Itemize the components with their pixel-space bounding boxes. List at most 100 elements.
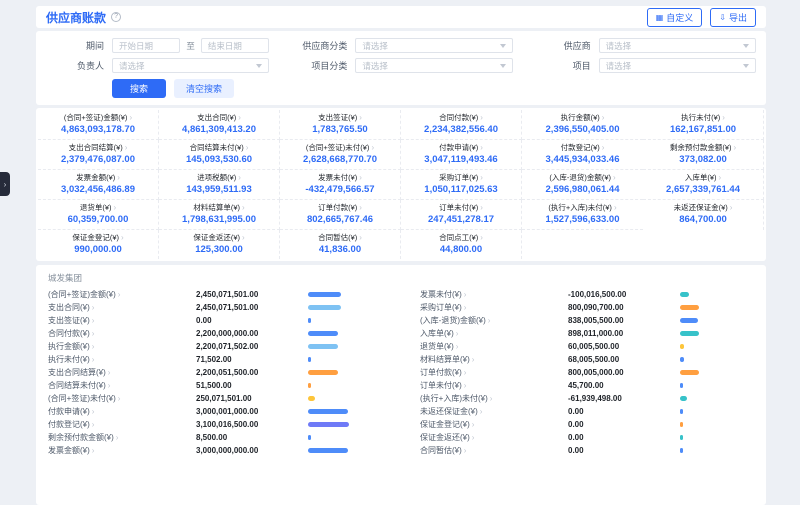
metric-cell[interactable]: 执行未付(¥)› 162,167,851.00 xyxy=(643,110,764,140)
group-row-label[interactable]: 付款登记(¥)› xyxy=(48,419,196,430)
group-row-label[interactable]: 订单付款(¥)› xyxy=(420,367,568,378)
metric-cell[interactable]: 订单付款(¥)› 802,665,767.46 xyxy=(280,200,401,230)
end-date-placeholder: 结束日期 xyxy=(208,40,242,52)
group-row: 发票金额(¥)› 3,000,000,000.00 xyxy=(48,444,382,457)
group-row-label[interactable]: 剩余预付款金额(¥)› xyxy=(48,432,196,443)
metric-label: (合同+签证)金额(¥)› xyxy=(41,113,155,122)
metric-cell[interactable]: 采购订单(¥)› 1,050,117,025.63 xyxy=(401,170,522,200)
metric-value: 3,047,119,493.46 xyxy=(404,154,518,165)
project-category-select[interactable]: 请选择 xyxy=(355,58,512,73)
end-date-input[interactable]: 结束日期 xyxy=(201,38,269,53)
metric-cell[interactable]: 合同结算未付(¥)› 145,093,530.60 xyxy=(159,140,280,170)
group-row-label[interactable]: 支出合同结算(¥)› xyxy=(48,367,196,378)
metric-cell[interactable]: 合同付款(¥)› 2,234,382,556.40 xyxy=(401,110,522,140)
metric-cell[interactable]: (入库-退货)金额(¥)› 2,596,980,061.44 xyxy=(522,170,643,200)
group-row-label[interactable]: 合同付款(¥)› xyxy=(48,328,196,339)
group-row-label[interactable]: (执行+入库)未付(¥)› xyxy=(420,393,568,404)
metric-cell[interactable]: (合同+签证)金额(¥)› 4,863,093,178.70 xyxy=(38,110,159,140)
value-bar xyxy=(308,331,338,336)
group-row-label[interactable]: 执行未付(¥)› xyxy=(48,354,196,365)
metric-cell[interactable]: (执行+入库)未付(¥)› 1,527,596,633.00 xyxy=(522,200,643,230)
metric-cell[interactable]: 合同暂估(¥)› 41,836.00 xyxy=(280,230,401,259)
chevron-right-icon: › xyxy=(92,316,95,325)
value-bar xyxy=(308,292,341,297)
metric-value: 3,032,456,486.89 xyxy=(41,184,155,195)
bar-track xyxy=(308,331,382,336)
chevron-right-icon: › xyxy=(472,433,475,442)
chevron-right-icon: › xyxy=(464,303,467,312)
group-row-label[interactable]: 执行金额(¥)› xyxy=(48,341,196,352)
metric-cell[interactable]: 付款登记(¥)› 3,445,934,033.46 xyxy=(522,140,643,170)
group-row-value: 2,450,071,501.00 xyxy=(196,290,308,299)
metric-value: 990,000.00 xyxy=(41,244,155,255)
metric-cell[interactable]: 支出签证(¥)› 1,783,765.50 xyxy=(280,110,401,140)
metric-cell[interactable]: 发票未付(¥)› -432,479,566.57 xyxy=(280,170,401,200)
metric-cell[interactable]: 支出合同结算(¥)› 2,379,476,087.00 xyxy=(38,140,159,170)
metric-cell[interactable]: 材料结算单(¥)› 1,798,631,995.00 xyxy=(159,200,280,230)
group-row-label[interactable]: 付款申请(¥)› xyxy=(48,406,196,417)
metric-cell[interactable]: 付款申请(¥)› 3,047,119,493.46 xyxy=(401,140,522,170)
group-row-label[interactable]: 材料结算单(¥)› xyxy=(420,354,568,365)
supplier-category-select[interactable]: 请选择 xyxy=(355,38,512,53)
group-row-label[interactable]: 未返还保证金(¥)› xyxy=(420,406,568,417)
group-row-label[interactable]: 入库单(¥)› xyxy=(420,328,568,339)
chevron-right-icon: › xyxy=(480,407,483,416)
metric-cell[interactable]: 剩余预付款金额(¥)› 373,082.00 xyxy=(643,140,764,170)
chevron-right-icon: › xyxy=(242,203,245,212)
group-row-label[interactable]: 发票金额(¥)› xyxy=(48,445,196,456)
group-row-label[interactable]: 保证金登记(¥)› xyxy=(420,419,568,430)
group-row-label[interactable]: 合同结算未付(¥)› xyxy=(48,380,196,391)
chevron-right-icon: › xyxy=(125,143,128,152)
supplier-select[interactable]: 请选择 xyxy=(599,38,756,53)
metric-cell[interactable]: 未返还保证金(¥)› 864,700.00 xyxy=(643,200,764,230)
group-row-label[interactable]: 合同暂估(¥)› xyxy=(420,445,568,456)
chevron-right-icon: › xyxy=(108,381,111,390)
group-row-label[interactable]: 订单未付(¥)› xyxy=(420,380,568,391)
bar-track xyxy=(308,344,382,349)
metric-cell[interactable]: 合同点工(¥)› 44,800.00 xyxy=(401,230,522,259)
metric-cell[interactable]: 执行金额(¥)› 2,396,550,405.00 xyxy=(522,110,643,140)
customize-button[interactable]: ▦ 自定义 xyxy=(647,8,703,27)
bar-track xyxy=(680,383,754,388)
value-bar xyxy=(680,370,699,375)
metric-value: 2,234,382,556.40 xyxy=(404,124,518,135)
metric-cell[interactable]: 保证金登记(¥)› 990,000.00 xyxy=(38,230,159,259)
group-name[interactable]: 城发集团 xyxy=(48,272,754,284)
metric-cell[interactable]: 入库单(¥)› 2,657,339,761.44 xyxy=(643,170,764,200)
group-row-label[interactable]: 采购订单(¥)› xyxy=(420,302,568,313)
group-column-right: 发票未付(¥)› -100,016,500.00 采购订单(¥)› 800,09… xyxy=(420,288,754,457)
chevron-down-icon xyxy=(743,64,749,68)
metric-cell[interactable]: 进项税额(¥)› 143,959,511.93 xyxy=(159,170,280,200)
group-row-label[interactable]: (合同+签证)金额(¥)› xyxy=(48,289,196,300)
metric-value: 162,167,851.00 xyxy=(646,124,760,135)
metric-label: 材料结算单(¥)› xyxy=(162,203,276,212)
value-bar xyxy=(308,448,348,453)
project-select[interactable]: 请选择 xyxy=(599,58,756,73)
search-button[interactable]: 搜索 xyxy=(112,79,166,98)
period-label: 期间 xyxy=(46,39,104,52)
group-row-label[interactable]: 发票未付(¥)› xyxy=(420,289,568,300)
start-date-input[interactable]: 开始日期 xyxy=(112,38,180,53)
help-icon[interactable]: ? xyxy=(111,12,121,22)
group-row-label[interactable]: (合同+签证)未付(¥)› xyxy=(48,393,196,404)
metric-cell[interactable]: 退货单(¥)› 60,359,700.00 xyxy=(38,200,159,230)
owner-select[interactable]: 请选择 xyxy=(112,58,269,73)
group-row-label[interactable]: 保证金返还(¥)› xyxy=(420,432,568,443)
metric-cell[interactable]: 订单未付(¥)› 247,451,278.17 xyxy=(401,200,522,230)
metric-value: 864,700.00 xyxy=(646,214,760,225)
drawer-handle[interactable]: › xyxy=(0,172,10,196)
metric-cell[interactable]: 保证金返还(¥)› 125,300.00 xyxy=(159,230,280,259)
metric-cell[interactable]: 发票金额(¥)› 3,032,456,486.89 xyxy=(38,170,159,200)
group-row-label[interactable]: 支出签证(¥)› xyxy=(48,315,196,326)
group-row-label[interactable]: (入库-退货)金额(¥)› xyxy=(420,315,568,326)
chevron-right-icon: › xyxy=(602,113,605,122)
group-row-value: -61,939,498.00 xyxy=(568,394,680,403)
group-row-label[interactable]: 支出合同(¥)› xyxy=(48,302,196,313)
export-button[interactable]: ⇩ 导出 xyxy=(710,8,756,27)
group-row: 合同暂估(¥)› 0.00 xyxy=(420,444,754,457)
clear-search-button[interactable]: 清空搜索 xyxy=(174,79,234,98)
group-row: 采购订单(¥)› 800,090,700.00 xyxy=(420,301,754,314)
metric-cell[interactable]: (合同+签证)未付(¥)› 2,628,668,770.70 xyxy=(280,140,401,170)
metric-cell[interactable]: 支出合同(¥)› 4,861,309,413.20 xyxy=(159,110,280,140)
group-row-label[interactable]: 退货单(¥)› xyxy=(420,341,568,352)
